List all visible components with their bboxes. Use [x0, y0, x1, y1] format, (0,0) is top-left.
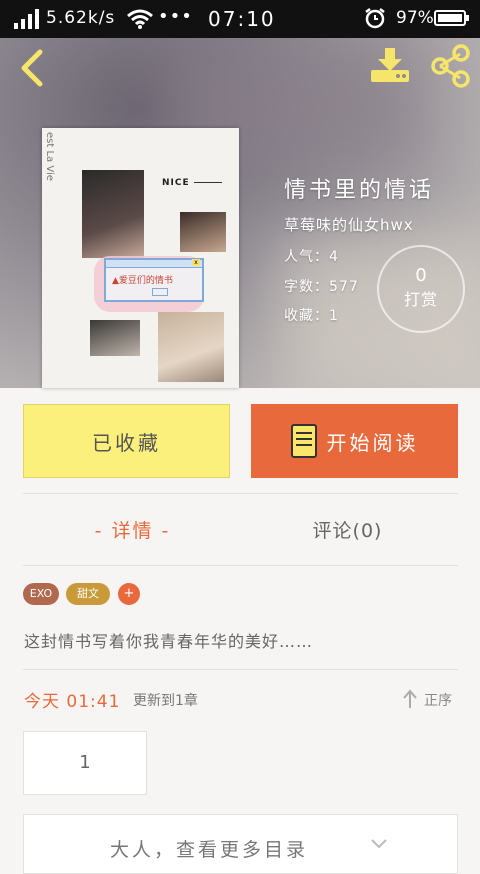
cover-dialog-text: ▲爱豆们的情书 — [112, 276, 173, 286]
book-title: 情书里的情话 — [284, 178, 435, 203]
divider — [23, 669, 458, 670]
cover-nice-text: NICE — [162, 178, 222, 188]
battery-icon — [434, 10, 469, 26]
more-catalog-label: 大人，查看更多目录 — [110, 839, 309, 861]
alarm-icon — [365, 8, 385, 29]
book-icon — [290, 424, 317, 458]
book-summary: 这封情书写着你我青春年华的美好…… — [24, 632, 314, 651]
update-time: 今天 01:41 — [24, 692, 121, 712]
chapter-item[interactable]: 1 — [23, 731, 147, 795]
start-reading-button[interactable]: 开始阅读 — [251, 404, 458, 478]
share-button[interactable] — [428, 44, 472, 88]
more-notifications: ••• — [158, 6, 193, 27]
back-button[interactable] — [14, 48, 50, 88]
book-author[interactable]: 草莓味的仙女hwx — [284, 214, 414, 235]
more-catalog-button[interactable]: 大人，查看更多目录 — [23, 814, 458, 874]
reward-count: 0 — [415, 265, 427, 286]
divider — [23, 493, 458, 494]
battery-percent: 97% — [396, 8, 434, 28]
cover-photo — [90, 320, 140, 356]
cover-photo — [158, 312, 224, 382]
cover-photo — [180, 212, 226, 252]
reward-button[interactable]: 0 打赏 — [377, 245, 465, 333]
start-reading-label: 开始阅读 — [326, 430, 419, 455]
tag-exo[interactable]: EXO — [23, 583, 59, 605]
wifi-icon — [127, 9, 153, 29]
update-text: 更新到1章 — [133, 693, 198, 709]
network-speed: 5.62k/s — [46, 8, 116, 28]
book-cover[interactable]: est La Vie NICE x ▲爱豆们的情书 — [42, 128, 239, 388]
tab-detail[interactable]: - 详情 - — [60, 516, 205, 543]
cover-dialog-graphic: x ▲爱豆们的情书 — [104, 258, 204, 302]
chevron-down-icon — [371, 839, 387, 849]
popularity-stat: 人气：4 — [284, 249, 339, 265]
status-bar: 5.62k/s ••• 07:10 97% — [0, 0, 480, 38]
signal-icon — [14, 9, 39, 29]
divider — [23, 565, 458, 566]
sort-order-button[interactable]: 正序 — [424, 690, 452, 710]
tab-comments[interactable]: 评论(0) — [275, 516, 420, 543]
cover-photo — [82, 170, 144, 258]
download-button[interactable] — [368, 46, 412, 86]
chapter-number: 1 — [79, 752, 91, 773]
collected-button[interactable]: 已收藏 — [23, 404, 230, 478]
collected-label: 已收藏 — [92, 430, 161, 455]
reward-label: 打赏 — [403, 290, 438, 309]
favorites-stat: 收藏：1 — [284, 308, 339, 324]
clock: 07:10 — [208, 7, 276, 31]
word-count-stat: 字数：577 — [284, 279, 359, 295]
add-tag-button[interactable]: + — [118, 583, 140, 605]
cover-side-text: est La Vie — [44, 132, 55, 181]
tag-sweet[interactable]: 甜文 — [66, 583, 110, 605]
arrow-up-icon[interactable] — [402, 689, 418, 709]
